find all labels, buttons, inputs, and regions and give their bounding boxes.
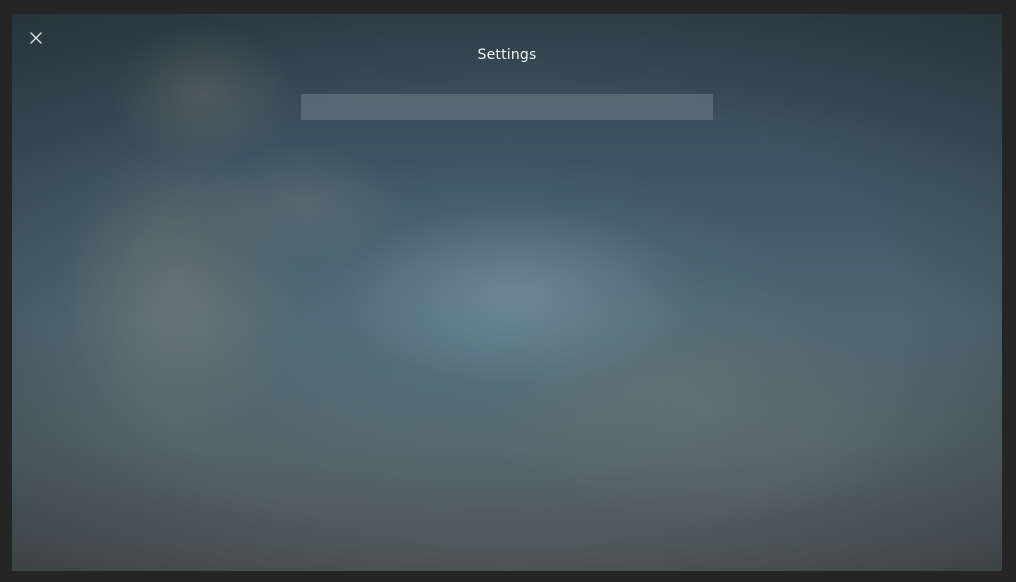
settings-window: Settings [12, 14, 1002, 571]
close-icon [30, 32, 42, 44]
page-title: Settings [477, 47, 537, 63]
search-input[interactable] [301, 94, 713, 120]
app-frame: Settings [0, 0, 1016, 582]
close-button[interactable] [25, 27, 47, 49]
